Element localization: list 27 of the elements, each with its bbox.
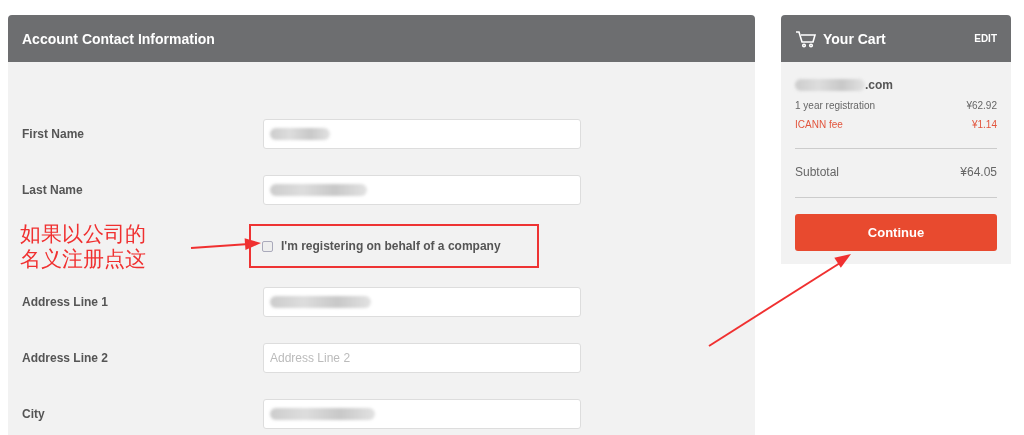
cart-icon [795, 29, 817, 48]
checkbox-label: I'm registering on behalf of a company [281, 239, 501, 253]
blurred-value [795, 79, 865, 91]
subtotal-amount: ¥64.05 [960, 165, 997, 179]
blurred-value [270, 128, 330, 140]
field-label: Address Line 1 [22, 295, 110, 309]
annotation-note: 如果以公司的 名义注册点这 [20, 220, 146, 272]
subtotal-label: Subtotal [795, 165, 840, 179]
input-field[interactable] [263, 399, 581, 429]
line-price: ¥62.92 [966, 100, 997, 111]
line-label: ICANN fee [795, 119, 843, 130]
field-label: City [22, 407, 46, 421]
continue-button[interactable]: Continue [795, 214, 997, 251]
input-field[interactable] [263, 287, 581, 317]
input-field[interactable] [263, 119, 581, 149]
field-label: First Name [22, 127, 86, 141]
input-field[interactable] [263, 175, 581, 205]
cart-title: Your Cart [823, 30, 886, 47]
domain-name: .com [865, 78, 893, 92]
checkbox[interactable] [262, 240, 273, 252]
edit-link[interactable]: EDIT [974, 33, 997, 44]
line-label: 1 year registration [795, 100, 876, 111]
panel-title: Account Contact Information [22, 30, 215, 47]
input-field[interactable]: Address Line 2 [263, 343, 581, 373]
line-price: ¥1.14 [971, 119, 997, 130]
field-label: Last Name [22, 183, 84, 197]
field-label: Address Line 2 [22, 351, 110, 365]
